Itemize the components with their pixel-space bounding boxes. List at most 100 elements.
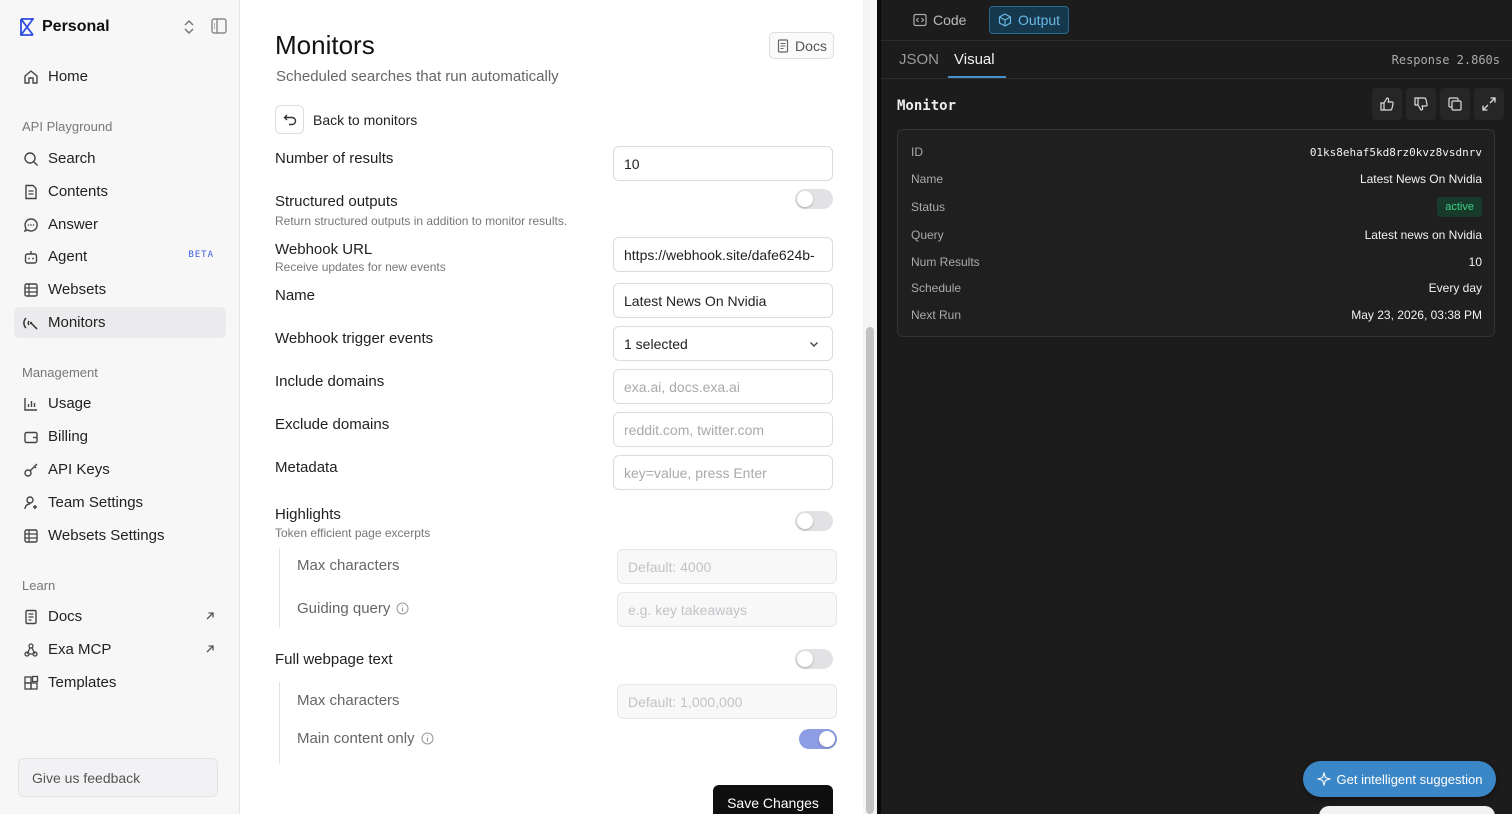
sidebar-item-label: Team Settings bbox=[48, 494, 144, 511]
sidebar-item-label: Websets bbox=[48, 281, 107, 298]
tab-output-label: Output bbox=[1018, 12, 1061, 28]
section-learn: Learn bbox=[22, 578, 56, 593]
subtab-json[interactable]: JSON bbox=[899, 51, 939, 68]
info-icon[interactable] bbox=[421, 732, 434, 745]
exclude-domains-input[interactable]: reddit.com, twitter.com bbox=[613, 412, 833, 447]
document-icon bbox=[22, 183, 40, 201]
feedback-button[interactable]: Give us feedback bbox=[18, 758, 218, 797]
full-text-max-chars-input[interactable]: Default: 1,000,000 bbox=[617, 684, 837, 719]
table-icon bbox=[22, 527, 40, 545]
webhook-url-input[interactable]: https://webhook.site/dafe624b- bbox=[613, 237, 833, 272]
field-query-key: Query bbox=[911, 228, 944, 242]
sidebar-item-contents[interactable]: Contents bbox=[14, 176, 226, 207]
structured-outputs-label: Structured outputs bbox=[275, 193, 398, 210]
page-title: Monitors bbox=[275, 30, 375, 60]
full-text-toggle[interactable] bbox=[795, 649, 833, 669]
cube-icon bbox=[998, 13, 1012, 27]
sidebar-item-answer[interactable]: Answer bbox=[14, 209, 226, 240]
field-name-value: Latest News On Nvidia bbox=[1359, 172, 1482, 186]
highlights-group-line bbox=[279, 548, 280, 628]
expand-button[interactable] bbox=[1474, 88, 1504, 120]
sidebar-item-exa-mcp[interactable]: Exa MCP bbox=[14, 634, 226, 665]
intelligent-suggestion-button[interactable]: Get intelligent suggestion bbox=[1303, 761, 1496, 797]
sidebar-item-team-settings[interactable]: Team Settings bbox=[14, 487, 226, 518]
thumbs-down-icon bbox=[1413, 96, 1429, 112]
tab-code[interactable]: Code bbox=[905, 6, 974, 34]
back-to-monitors-link[interactable]: Back to monitors bbox=[313, 112, 417, 128]
sidebar-item-usage[interactable]: Usage bbox=[14, 388, 226, 419]
save-changes-button[interactable]: Save Changes bbox=[713, 785, 833, 814]
sidebar-item-docs[interactable]: Docs bbox=[14, 601, 226, 632]
info-icon[interactable] bbox=[396, 602, 409, 615]
field-num-results-key: Num Results bbox=[911, 255, 980, 269]
highlights-max-chars-input[interactable]: Default: 4000 bbox=[617, 549, 837, 584]
sidebar-item-label: Home bbox=[48, 68, 89, 85]
sparkle-icon bbox=[1316, 772, 1331, 786]
blocks-icon bbox=[22, 674, 40, 692]
collapse-sidebar-icon[interactable] bbox=[210, 17, 228, 35]
bar-chart-icon bbox=[22, 395, 40, 413]
subtab-visual[interactable]: Visual bbox=[954, 51, 995, 68]
tab-output[interactable]: Output bbox=[989, 6, 1070, 34]
tab-code-label: Code bbox=[933, 12, 967, 28]
field-id-value: 01ks8ehaf5kd8rz0kvz8vsdnrv bbox=[1309, 146, 1482, 159]
sidebar-item-label: API Keys bbox=[48, 461, 110, 478]
status-badge: active bbox=[1437, 197, 1482, 217]
copy-button[interactable] bbox=[1440, 88, 1470, 120]
include-domains-input[interactable]: exa.ai, docs.exa.ai bbox=[613, 369, 833, 404]
trigger-events-value: 1 selected bbox=[624, 335, 688, 352]
full-text-group-line bbox=[279, 682, 280, 764]
guiding-query-input[interactable]: e.g. key takeaways bbox=[617, 592, 837, 627]
trigger-events-select[interactable]: 1 selected bbox=[613, 326, 833, 361]
sidebar-item-websets-settings[interactable]: Websets Settings bbox=[14, 520, 226, 551]
structured-outputs-toggle[interactable] bbox=[795, 189, 833, 209]
thumbs-up-icon bbox=[1379, 96, 1395, 112]
sidebar: Personal Home API Playground Search Cont… bbox=[0, 0, 240, 814]
field-schedule-value: Every day bbox=[1428, 281, 1482, 295]
back-button[interactable] bbox=[275, 105, 304, 134]
metadata-input[interactable]: key=value, press Enter bbox=[613, 455, 833, 490]
name-input[interactable]: Latest News On Nvidia bbox=[613, 283, 833, 318]
sidebar-item-monitors[interactable]: Monitors bbox=[14, 307, 226, 338]
user-icon bbox=[22, 494, 40, 512]
field-name-key: Name bbox=[911, 172, 944, 186]
sidebar-item-search[interactable]: Search bbox=[14, 143, 226, 174]
field-query-value: Latest news on Nvidia bbox=[1364, 228, 1482, 242]
output-panel: Code Output JSON Visual Response 2.860s … bbox=[877, 0, 1512, 814]
field-next-run-value: May 23, 2026, 03:38 PM bbox=[1351, 308, 1482, 322]
chevron-down-icon bbox=[808, 338, 820, 350]
workspace-switcher[interactable]: Personal bbox=[20, 14, 230, 40]
sidebar-item-billing[interactable]: Billing bbox=[14, 421, 226, 452]
output-topbar: Code Output bbox=[881, 0, 1512, 41]
thumbs-down-button[interactable] bbox=[1406, 88, 1436, 120]
chevron-up-down-icon[interactable] bbox=[182, 18, 196, 36]
floating-pill[interactable] bbox=[1319, 806, 1495, 814]
sidebar-item-templates[interactable]: Templates bbox=[14, 667, 226, 698]
exclude-domains-label: Exclude domains bbox=[275, 416, 390, 433]
thumbs-up-button[interactable] bbox=[1372, 88, 1402, 120]
page-subtitle: Scheduled searches that run automaticall… bbox=[276, 68, 559, 85]
scrollbar-thumb[interactable] bbox=[866, 327, 874, 814]
main-content-only-text: Main content only bbox=[297, 730, 415, 747]
key-icon bbox=[22, 461, 40, 479]
highlights-label: Highlights bbox=[275, 506, 341, 523]
sidebar-item-label: Usage bbox=[48, 395, 92, 412]
sidebar-item-label: Websets Settings bbox=[48, 527, 165, 544]
main-content-only-toggle[interactable] bbox=[799, 729, 837, 749]
name-label: Name bbox=[275, 287, 316, 304]
num-results-input[interactable]: 10 bbox=[613, 146, 833, 181]
sidebar-item-websets[interactable]: Websets bbox=[14, 274, 226, 305]
sidebar-item-agent[interactable]: Agent BETA bbox=[14, 241, 226, 272]
sidebar-item-api-keys[interactable]: API Keys bbox=[14, 454, 226, 485]
beta-badge: BETA bbox=[188, 250, 214, 260]
sidebar-item-home[interactable]: Home bbox=[14, 61, 226, 92]
main-content-only-label: Main content only bbox=[297, 730, 434, 747]
docs-button-label: Docs bbox=[795, 37, 827, 54]
wallet-icon bbox=[22, 428, 40, 446]
docs-button[interactable]: Docs bbox=[769, 32, 834, 59]
home-icon bbox=[22, 68, 40, 86]
copy-icon bbox=[1447, 96, 1463, 112]
highlights-toggle[interactable] bbox=[795, 511, 833, 531]
structured-outputs-hint: Return structured outputs in addition to… bbox=[275, 214, 568, 228]
back-arrow-icon bbox=[283, 113, 297, 127]
